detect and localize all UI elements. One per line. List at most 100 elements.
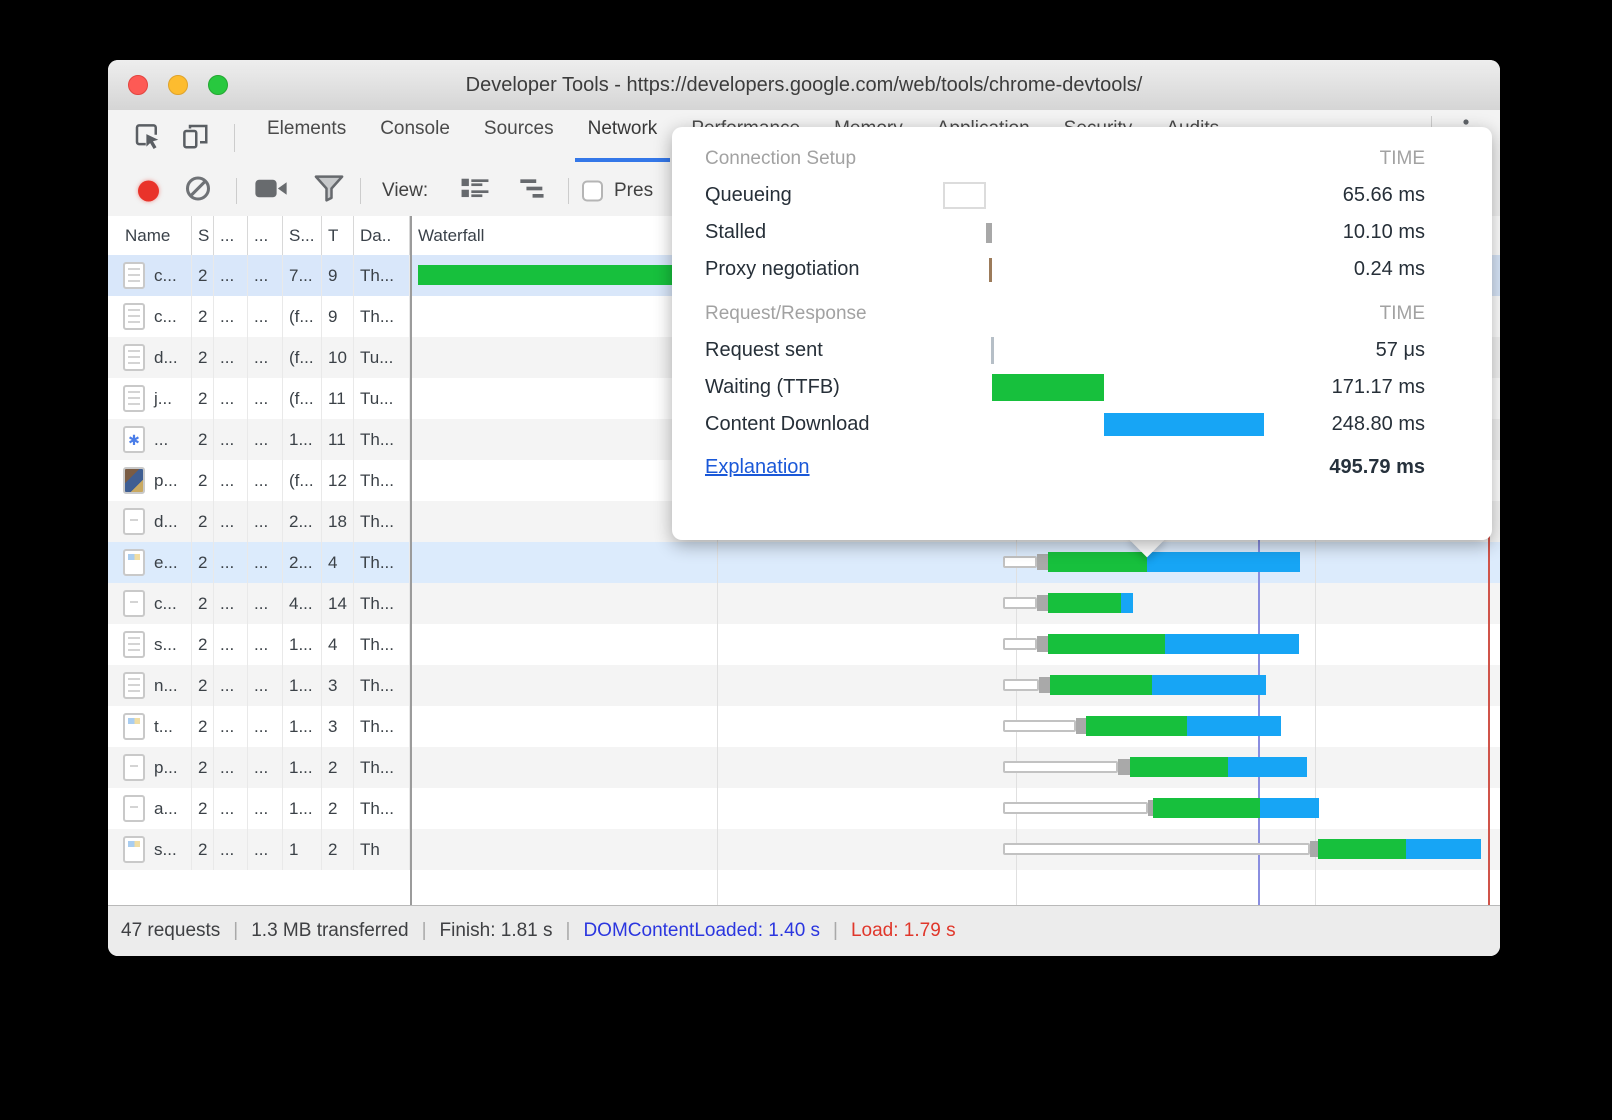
column-header-date[interactable]: Da.. <box>354 216 410 255</box>
waterfall-blue-bar[interactable] <box>1260 798 1319 818</box>
column-header-name[interactable]: Name <box>108 216 192 255</box>
column-header-time[interactable]: T <box>322 216 354 255</box>
waterfall-pill-bar[interactable] <box>1003 761 1118 773</box>
waterfall-blue-bar[interactable] <box>1187 716 1281 736</box>
show-overview-waterfall-icon[interactable] <box>520 178 550 205</box>
waterfall-pill-bar[interactable] <box>1003 556 1037 568</box>
tab-elements[interactable]: Elements <box>250 110 363 148</box>
doc-lines-file-icon <box>123 385 145 412</box>
waterfall-green-bar[interactable] <box>1153 798 1260 818</box>
waterfall-blue-bar[interactable] <box>1121 593 1133 613</box>
cell-name: j... <box>108 378 192 419</box>
cell-date: Th... <box>354 624 410 665</box>
cell-name: c... <box>108 583 192 624</box>
waterfall-blue-bar[interactable] <box>1147 552 1300 572</box>
cell-status: 2 <box>192 378 214 419</box>
cell-size: 1... <box>283 788 322 829</box>
inspect-element-icon[interactable] <box>132 121 162 156</box>
tab-console[interactable]: Console <box>363 110 467 148</box>
cell-status: 2 <box>192 665 214 706</box>
waterfall-cap-bar[interactable] <box>1118 759 1130 775</box>
waterfall-green-bar[interactable] <box>1086 716 1187 736</box>
large-request-rows-icon[interactable] <box>460 178 490 205</box>
waterfall-cap-bar[interactable] <box>1076 718 1086 734</box>
table-row[interactable]: n...2......1...3Th... <box>108 665 1500 706</box>
cell-3: ... <box>214 337 248 378</box>
column-header-status[interactable]: S <box>192 216 214 255</box>
clear-network-log-icon[interactable] <box>184 175 212 208</box>
waterfall-cap-bar[interactable] <box>1037 554 1048 570</box>
waterfall-blue-bar[interactable] <box>1406 839 1481 859</box>
doc-plain-file-icon <box>123 590 145 617</box>
waterfall-pill-bar[interactable] <box>1003 843 1310 855</box>
waterfall-cap-bar[interactable] <box>1037 595 1048 611</box>
request-name: s... <box>154 840 177 860</box>
table-row[interactable]: e...2......2...4Th... <box>108 542 1500 583</box>
waterfall-blue-bar[interactable] <box>1228 757 1307 777</box>
doc-lines-file-icon <box>123 631 145 658</box>
waterfall-green-bar[interactable] <box>1048 634 1165 654</box>
window-titlebar: Developer Tools - https://developers.goo… <box>108 60 1500 111</box>
explanation-link[interactable]: Explanation <box>705 456 810 479</box>
column-header-size[interactable]: S... <box>283 216 322 255</box>
table-row[interactable]: p...2......1...2Th... <box>108 747 1500 788</box>
cell-date: Th... <box>354 747 410 788</box>
device-toolbar-icon[interactable] <box>180 121 210 156</box>
table-row[interactable]: c...2......4...14Th... <box>108 583 1500 624</box>
waterfall-pill-bar[interactable] <box>1003 802 1148 814</box>
waterfall-cap-bar[interactable] <box>1310 841 1318 857</box>
record-network-log-button[interactable] <box>138 181 159 202</box>
cell-4: ... <box>248 583 283 624</box>
filter-funnel-icon[interactable] <box>314 175 344 208</box>
doc-plain-file-icon <box>123 795 145 822</box>
popup-metric-value: 10.10 ms <box>1343 221 1425 244</box>
tab-sources[interactable]: Sources <box>467 110 571 148</box>
cell-time: 18 <box>322 501 354 542</box>
status-item: 1.3 MB transferred <box>251 920 408 941</box>
cell-status: 2 <box>192 296 214 337</box>
waterfall-pill-bar[interactable] <box>1003 720 1076 732</box>
tab-network[interactable]: Network <box>571 110 675 148</box>
image-file-icon <box>123 549 145 576</box>
waterfall-pill-bar[interactable] <box>1003 638 1037 650</box>
waterfall-pill-bar[interactable] <box>1003 679 1039 691</box>
waterfall-green-bar[interactable] <box>1318 839 1406 859</box>
cell-name: s... <box>108 624 192 665</box>
waterfall-green-bar[interactable] <box>1050 675 1152 695</box>
waterfall-cap-bar[interactable] <box>1037 636 1048 652</box>
waterfall-green-bar[interactable] <box>1048 593 1121 613</box>
waterfall-cap-bar[interactable] <box>1039 677 1050 693</box>
table-row[interactable]: a...2......1...2Th... <box>108 788 1500 829</box>
column-header-3[interactable]: ... <box>214 216 248 255</box>
table-row[interactable]: s...2......1...4Th... <box>108 624 1500 665</box>
waterfall-green-bar[interactable] <box>1048 552 1147 572</box>
popup-time-header: TIME <box>1380 303 1425 325</box>
cell-4: ... <box>248 542 283 583</box>
cell-4: ... <box>248 296 283 337</box>
preserve-log-checkbox[interactable] <box>582 181 603 202</box>
waterfall-green-bar[interactable] <box>418 265 706 285</box>
table-row[interactable]: t...2......1...3Th... <box>108 706 1500 747</box>
popup-metric-value: 65.66 ms <box>1343 184 1425 207</box>
waterfall-pill-bar[interactable] <box>1003 597 1037 609</box>
column-header-4[interactable]: ... <box>248 216 283 255</box>
table-row[interactable]: s...2......12Th <box>108 829 1500 870</box>
cell-3: ... <box>214 788 248 829</box>
popup-metric-label: Stalled <box>705 221 766 244</box>
popup-metric-value: 57 μs <box>1376 339 1425 362</box>
capture-screenshots-camera-icon[interactable] <box>254 179 288 204</box>
status-item: Load: 1.79 s <box>851 920 956 941</box>
cell-waterfall <box>410 788 1500 829</box>
status-item: DOMContentLoaded: 1.40 s <box>583 920 820 941</box>
timing-breakdown: Connection SetupTIMEQueueing65.66 msStal… <box>705 141 1425 443</box>
cell-date: Th <box>354 829 410 870</box>
request-name: c... <box>154 307 177 327</box>
status-separator: | <box>833 920 838 941</box>
status-separator: | <box>233 920 238 941</box>
image-file-icon <box>123 836 145 863</box>
waterfall-blue-bar[interactable] <box>1165 634 1299 654</box>
waterfall-green-bar[interactable] <box>1130 757 1228 777</box>
view-label: View: <box>382 180 428 202</box>
total-time-value: 495.79 ms <box>1329 456 1425 479</box>
waterfall-blue-bar[interactable] <box>1152 675 1266 695</box>
